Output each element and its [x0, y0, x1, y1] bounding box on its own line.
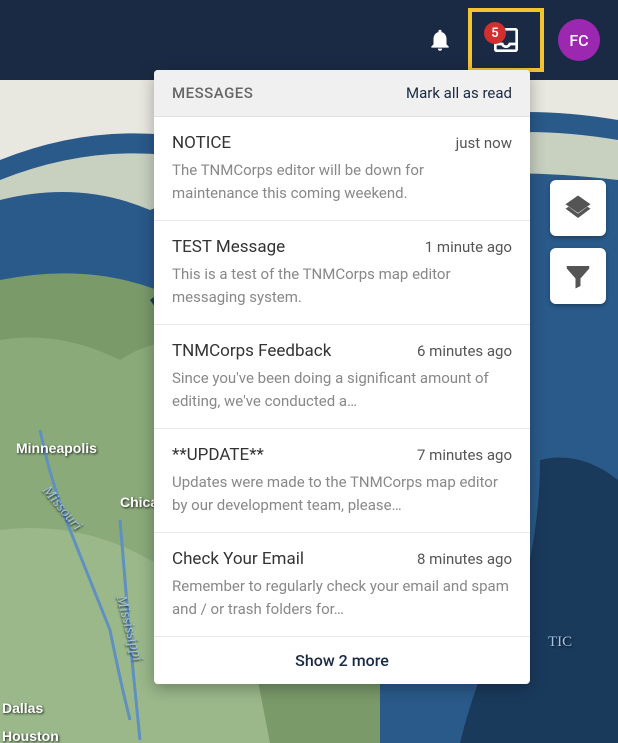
- messages-panel: MESSAGES Mark all as read NOTICE just no…: [154, 70, 530, 684]
- message-body: The TNMCorps editor will be down for mai…: [172, 159, 512, 204]
- message-item[interactable]: Check Your Email 8 minutes ago Remember …: [154, 533, 530, 637]
- map-label-city: Minneapolis: [16, 440, 97, 456]
- app-bar: 5 FC: [0, 0, 618, 80]
- layers-button[interactable]: [550, 180, 606, 236]
- messages-button-highlight: 5: [468, 8, 544, 72]
- message-time: 6 minutes ago: [417, 342, 512, 360]
- message-title: Check Your Email: [172, 549, 304, 569]
- message-body: Remember to regularly check your email a…: [172, 575, 512, 620]
- map-label-city: Dallas: [2, 700, 43, 716]
- message-item[interactable]: TEST Message 1 minute ago This is a test…: [154, 221, 530, 325]
- filter-button[interactable]: [550, 248, 606, 304]
- message-time: 8 minutes ago: [417, 550, 512, 568]
- message-time: just now: [456, 134, 512, 152]
- message-body: This is a test of the TNMCorps map edito…: [172, 263, 512, 308]
- messages-badge: 5: [484, 22, 506, 44]
- message-title: **UPDATE**: [172, 445, 264, 465]
- message-item[interactable]: **UPDATE** 7 minutes ago Updates were ma…: [154, 429, 530, 533]
- mark-all-read-link[interactable]: Mark all as read: [406, 84, 512, 102]
- bell-icon: [427, 27, 453, 53]
- message-title: NOTICE: [172, 133, 231, 153]
- message-time: 7 minutes ago: [417, 446, 512, 464]
- message-time: 1 minute ago: [425, 238, 512, 256]
- show-more-link[interactable]: Show 2 more: [154, 637, 530, 684]
- notifications-button[interactable]: [418, 18, 462, 62]
- messages-header: MESSAGES Mark all as read: [154, 70, 530, 117]
- message-item[interactable]: NOTICE just now The TNMCorps editor will…: [154, 117, 530, 221]
- message-title: TEST Message: [172, 237, 285, 257]
- filter-icon: [563, 261, 593, 291]
- messages-button[interactable]: 5: [472, 12, 540, 68]
- map-tools: [550, 180, 606, 304]
- avatar[interactable]: FC: [558, 19, 600, 61]
- message-body: Updates were made to the TNMCorps map ed…: [172, 471, 512, 516]
- map-label-ocean: TIC: [548, 634, 572, 651]
- map-label-city: Chica: [120, 494, 158, 510]
- message-item[interactable]: TNMCorps Feedback 6 minutes ago Since yo…: [154, 325, 530, 429]
- layers-icon: [563, 193, 593, 223]
- message-body: Since you've been doing a significant am…: [172, 367, 512, 412]
- message-title: TNMCorps Feedback: [172, 341, 331, 361]
- messages-header-title: MESSAGES: [172, 84, 253, 102]
- map-label-city: Houston: [2, 728, 59, 743]
